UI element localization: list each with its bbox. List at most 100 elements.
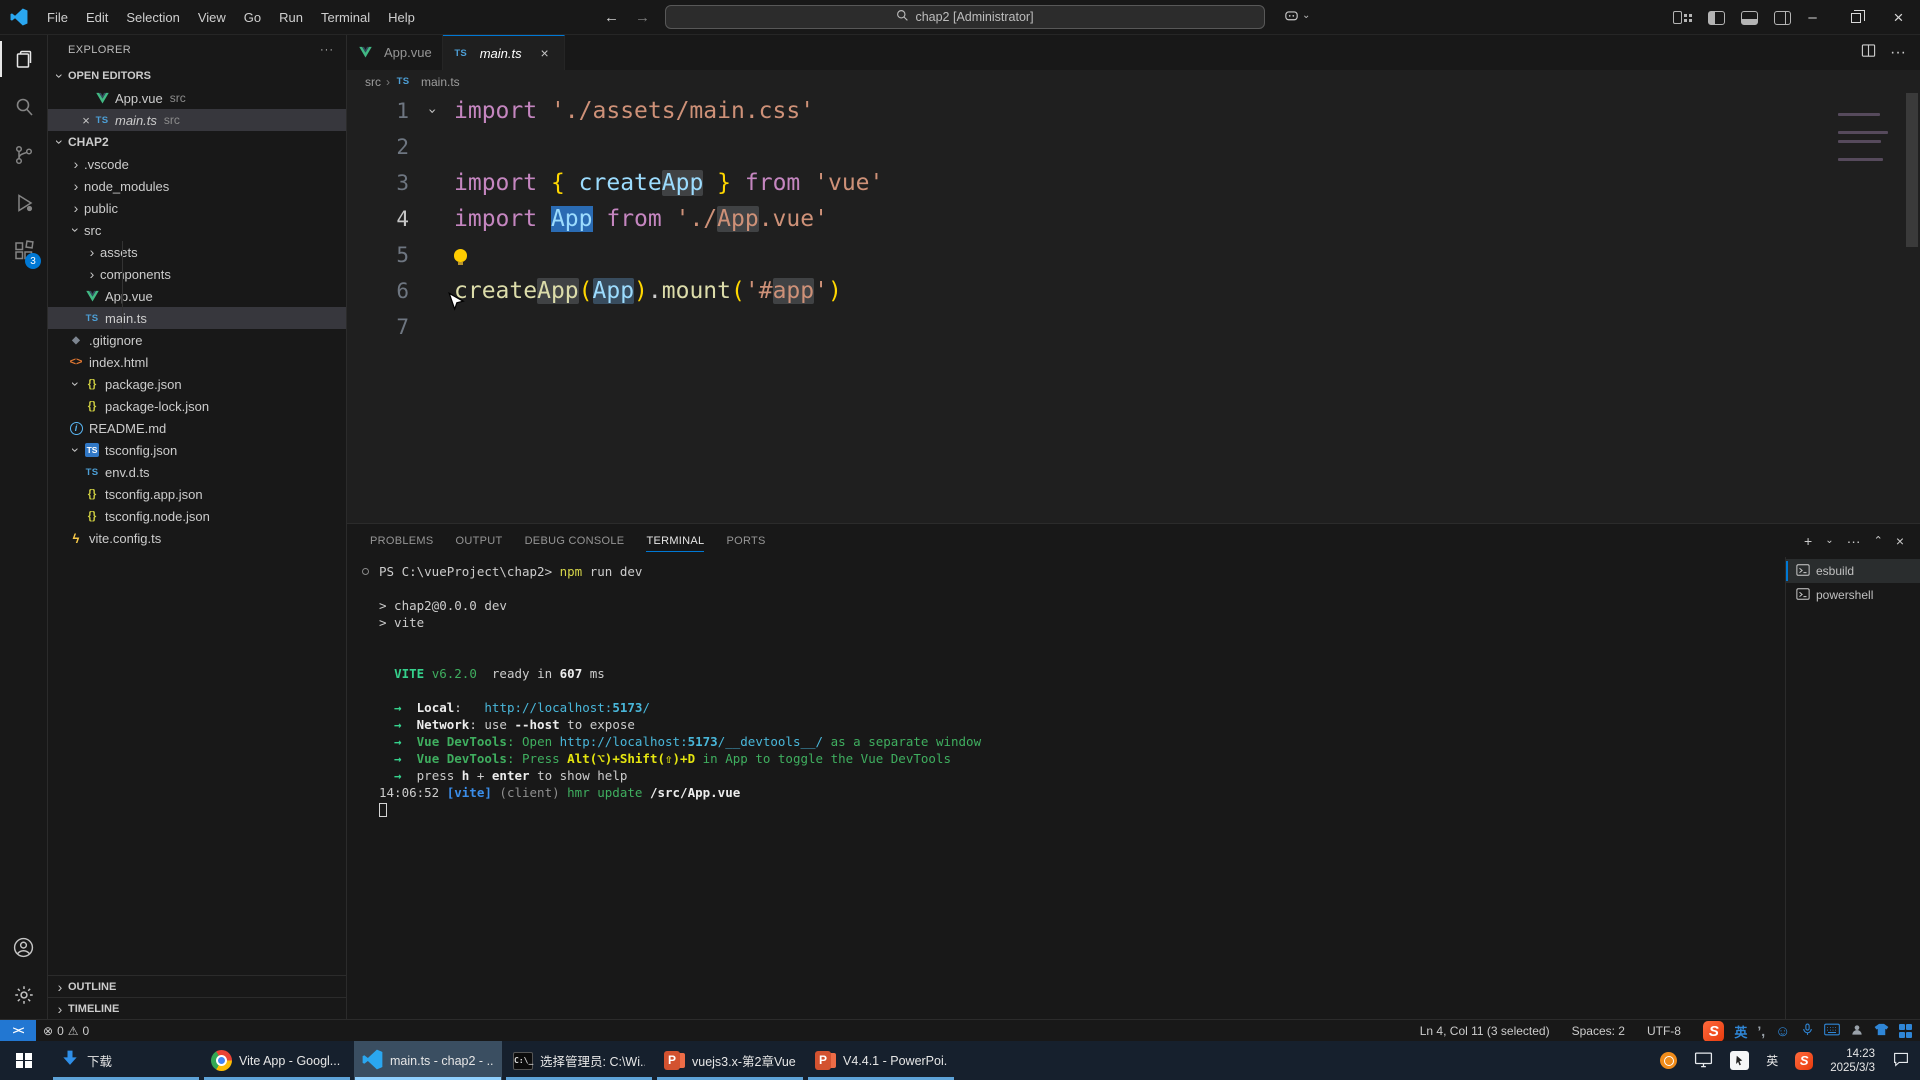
problems-status[interactable]: ⊗0 ⚠0: [36, 1020, 96, 1041]
tree-item-src[interactable]: ›src: [48, 219, 346, 241]
menu-selection[interactable]: Selection: [117, 0, 188, 34]
toggle-secondary-sidebar-icon[interactable]: [1774, 11, 1791, 25]
fold-chevron-icon[interactable]: ›: [424, 103, 440, 119]
toggle-panel-icon[interactable]: [1741, 11, 1758, 25]
terminal-instance-powershell[interactable]: powershell: [1786, 583, 1920, 607]
notifications-icon[interactable]: [1892, 1050, 1910, 1071]
ime-lang-icon[interactable]: 英: [1734, 1022, 1747, 1041]
indentation[interactable]: Spaces: 2: [1565, 1024, 1632, 1038]
close-button[interactable]: ×: [1877, 0, 1920, 35]
maximize-panel-icon[interactable]: ⌃: [1874, 534, 1883, 547]
command-center-search[interactable]: chap2 [Administrator]: [665, 5, 1265, 29]
more-actions-icon[interactable]: ···: [320, 44, 334, 56]
forward-arrow-icon[interactable]: →: [635, 9, 650, 26]
ime-punct-icon[interactable]: ’,: [1757, 1023, 1765, 1039]
code-line-7[interactable]: 7: [347, 309, 1920, 345]
code-line-1[interactable]: 1›import './assets/main.css': [347, 93, 1920, 129]
tab-main-ts[interactable]: TSmain.ts×: [443, 35, 565, 70]
command-decoration-icon[interactable]: [362, 568, 369, 575]
activity-extensions[interactable]: 3: [0, 227, 47, 275]
terminal-output[interactable]: PS C:\vueProject\chap2> npm run dev> cha…: [347, 557, 1785, 1019]
breadcrumb-file[interactable]: main.ts: [421, 75, 460, 89]
panel-tab-terminal[interactable]: TERMINAL: [637, 524, 713, 557]
toolbox-icon[interactable]: [1899, 1024, 1913, 1038]
panel-tab-debug-console[interactable]: DEBUG CONSOLE: [516, 524, 634, 557]
sogou-icon[interactable]: S: [1703, 1021, 1724, 1042]
menu-help[interactable]: Help: [379, 0, 424, 34]
tree-item--gitignore[interactable]: ◆.gitignore: [48, 329, 346, 351]
activity-source-control[interactable]: [0, 131, 47, 179]
menu-view[interactable]: View: [189, 0, 235, 34]
tree-item-tsconfig-node-json[interactable]: {}tsconfig.node.json: [48, 505, 346, 527]
toggle-sidebar-icon[interactable]: [1708, 11, 1725, 25]
alarm-icon[interactable]: [1660, 1052, 1677, 1069]
menu-run[interactable]: Run: [270, 0, 312, 34]
open-editors-section[interactable]: › OPEN EDITORS: [48, 65, 346, 87]
taskbar-item[interactable]: PV4.4.1 - PowerPoi...: [807, 1041, 955, 1080]
tree-item-index-html[interactable]: <>index.html: [48, 351, 346, 373]
user-icon[interactable]: [1850, 1023, 1864, 1040]
start-button[interactable]: [0, 1041, 48, 1080]
taskbar-item[interactable]: Vite App - Googl...: [203, 1041, 351, 1080]
tree-item-main-ts[interactable]: TSmain.ts: [48, 307, 346, 329]
tree-item--vscode[interactable]: ›.vscode: [48, 153, 346, 175]
skin-icon[interactable]: [1874, 1023, 1889, 1039]
minimize-button[interactable]: –: [1791, 0, 1834, 35]
menu-edit[interactable]: Edit: [77, 0, 117, 34]
open-editor-item[interactable]: App.vuesrc: [48, 87, 346, 109]
menu-file[interactable]: File: [38, 0, 77, 34]
activity-explorer[interactable]: [0, 35, 47, 83]
tree-item-env-d-ts[interactable]: TSenv.d.ts: [48, 461, 346, 483]
fold-column[interactable]: ›: [409, 103, 454, 119]
breadcrumb-folder[interactable]: src: [365, 75, 381, 89]
restore-button[interactable]: [1834, 0, 1877, 35]
code-line-5[interactable]: 5: [347, 237, 1920, 273]
tree-item-readme-md[interactable]: iREADME.md: [48, 417, 346, 439]
tree-item-node-modules[interactable]: ›node_modules: [48, 175, 346, 197]
terminal-instance-esbuild[interactable]: esbuild: [1786, 559, 1920, 583]
activity-run-debug[interactable]: [0, 179, 47, 227]
panel-tab-output[interactable]: OUTPUT: [447, 524, 512, 557]
editor-scrollbar[interactable]: [1906, 93, 1918, 247]
code-line-3[interactable]: 3import { createApp } from 'vue': [347, 165, 1920, 201]
encoding[interactable]: UTF-8: [1640, 1024, 1688, 1038]
remote-indicator[interactable]: ><: [0, 1020, 36, 1041]
outline-section[interactable]: › OUTLINE: [48, 975, 346, 997]
timeline-section[interactable]: › TIMELINE: [48, 997, 346, 1019]
close-panel-icon[interactable]: ×: [1896, 533, 1904, 549]
tray-lang[interactable]: 英: [1766, 1052, 1778, 1069]
back-arrow-icon[interactable]: ←: [604, 9, 619, 26]
emoji-icon[interactable]: ☺: [1775, 1023, 1790, 1040]
open-editor-item[interactable]: ×TSmain.tssrc: [48, 109, 346, 131]
code-line-2[interactable]: 2: [347, 129, 1920, 165]
taskbar-item[interactable]: main.ts - chap2 - ...: [354, 1041, 502, 1080]
cursor-position[interactable]: Ln 4, Col 11 (3 selected): [1413, 1024, 1557, 1038]
tree-item-package-json[interactable]: ›{}package.json: [48, 373, 346, 395]
code-line-4[interactable]: 4import App from './App.vue': [347, 201, 1920, 237]
tree-item-app-vue[interactable]: App.vue: [48, 285, 346, 307]
tree-item-assets[interactable]: ›assets: [48, 241, 346, 263]
code-editor[interactable]: 1›import './assets/main.css'23import { c…: [347, 93, 1920, 523]
lightbulb-icon[interactable]: [454, 249, 467, 262]
menu-terminal[interactable]: Terminal: [312, 0, 379, 34]
taskbar-item[interactable]: Pvuejs3.x-第2章Vue...: [656, 1041, 804, 1080]
tree-item-tsconfig-app-json[interactable]: {}tsconfig.app.json: [48, 483, 346, 505]
clock[interactable]: 14:23 2025/3/3: [1830, 1047, 1875, 1075]
more-actions-icon[interactable]: ···: [1847, 533, 1861, 549]
display-icon[interactable]: [1694, 1050, 1713, 1072]
taskbar-item[interactable]: 下载: [52, 1041, 200, 1080]
terminal-dropdown-icon[interactable]: ⌄: [1825, 535, 1833, 546]
panel-tab-problems[interactable]: PROBLEMS: [361, 524, 443, 557]
close-icon[interactable]: ×: [78, 113, 94, 128]
keyboard-icon[interactable]: [1824, 1023, 1840, 1039]
activity-search[interactable]: [0, 83, 47, 131]
account-button[interactable]: [0, 923, 47, 971]
taskbar-item[interactable]: 选择管理员: C:\Wi...: [505, 1041, 653, 1080]
minimap[interactable]: [1838, 113, 1896, 176]
tab-App-vue[interactable]: App.vue: [347, 35, 443, 70]
panel-tab-ports[interactable]: PORTS: [717, 524, 774, 557]
more-actions-icon[interactable]: ···: [1890, 44, 1906, 62]
breadcrumb[interactable]: src › TS main.ts: [347, 70, 1920, 93]
code-line-6[interactable]: 6createApp(App).mount('#app'): [347, 273, 1920, 309]
tree-item-components[interactable]: ›components: [48, 263, 346, 285]
